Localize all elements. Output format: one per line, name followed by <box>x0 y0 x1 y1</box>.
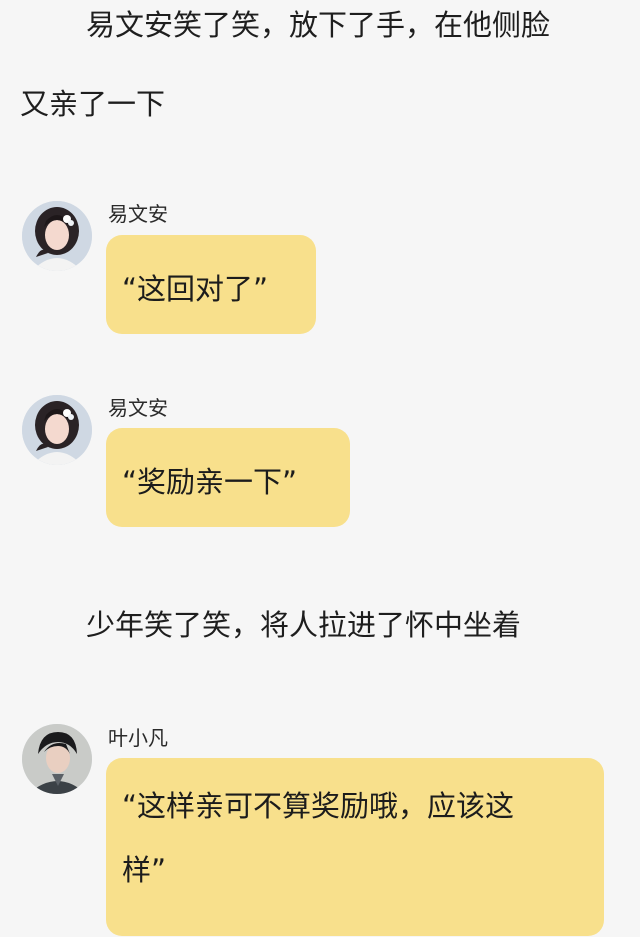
male-avatar[interactable] <box>22 724 92 794</box>
narration-line-1: 易文安笑了笑，放下了手，在他侧脸 <box>86 8 551 42</box>
sender-name: 易文安 <box>108 396 168 420</box>
message-text: “这回对了” <box>122 272 269 306</box>
message-bubble[interactable]: “奖励亲一下” <box>106 428 350 527</box>
sender-name: 叶小凡 <box>108 726 168 750</box>
message-bubble[interactable]: “这样亲可不算奖励哦，应该这 样” <box>106 758 604 936</box>
female-avatar[interactable] <box>22 201 92 271</box>
message-bubble[interactable]: “这回对了” <box>106 235 316 334</box>
message-text: “奖励亲一下” <box>122 465 298 499</box>
message-text-line-1: “这样亲可不算奖励哦，应该这 <box>122 789 515 823</box>
sender-name: 易文安 <box>108 202 168 226</box>
message-text-line-2: 样” <box>122 853 167 887</box>
narration-line-2: 又亲了一下 <box>20 87 166 121</box>
narration-line-3: 少年笑了笑，将人拉进了怀中坐着 <box>86 608 522 642</box>
female-avatar[interactable] <box>22 395 92 465</box>
